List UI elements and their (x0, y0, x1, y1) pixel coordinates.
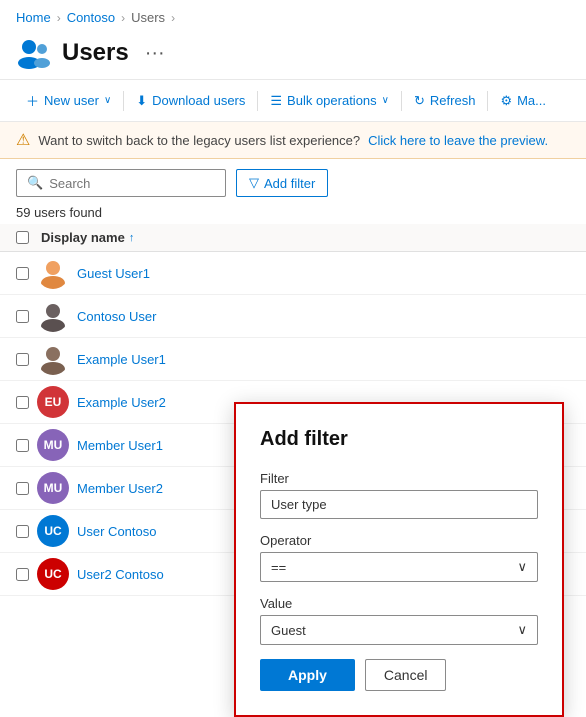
avatar (37, 343, 69, 375)
table-header: Display name ↑ (0, 224, 586, 252)
user-name[interactable]: Contoso User (77, 309, 156, 324)
refresh-icon: ↻ (414, 93, 425, 109)
new-user-button[interactable]: ＋ New user ∨ (16, 86, 121, 115)
warning-icon: ⚠ (16, 130, 30, 150)
filter-row: 🔍 ▽ Add filter (0, 159, 586, 203)
toolbar-divider-4 (487, 91, 488, 111)
user-name[interactable]: User2 Contoso (77, 567, 164, 582)
page-title: Users (62, 39, 129, 67)
avatar: UC (37, 558, 69, 590)
row-checkbox[interactable] (16, 482, 29, 495)
breadcrumb-contoso[interactable]: Contoso (67, 10, 115, 25)
breadcrumb-sep-2: › (121, 11, 125, 25)
breadcrumb: Home › Contoso › Users › (0, 0, 586, 31)
plus-icon: ＋ (26, 91, 39, 110)
breadcrumb-sep-1: › (57, 11, 61, 25)
avatar: UC (37, 515, 69, 547)
avatar (37, 257, 69, 289)
filter-panel-title: Add filter (260, 428, 538, 451)
operator-label: Operator (260, 533, 538, 548)
avatar: EU (37, 386, 69, 418)
row-checkbox[interactable] (16, 568, 29, 581)
breadcrumb-current: Users (131, 10, 165, 25)
toolbar-divider-2 (257, 91, 258, 111)
user-name[interactable]: Member User1 (77, 438, 163, 453)
content-area: 🔍 ▽ Add filter 59 users found Display na… (0, 159, 586, 596)
search-box[interactable]: 🔍 (16, 169, 226, 197)
new-user-chevron: ∨ (104, 95, 111, 106)
add-filter-button[interactable]: ▽ Add filter (236, 169, 328, 197)
row-checkbox[interactable] (16, 525, 29, 538)
apply-button[interactable]: Apply (260, 659, 355, 691)
users-count: 59 users found (0, 203, 586, 224)
filter-icon: ▽ (249, 175, 259, 191)
filter-field-value: User type (260, 490, 538, 519)
download-icon: ⬇ (136, 93, 147, 109)
user-name[interactable]: Example User2 (77, 395, 166, 410)
operator-value: == (271, 560, 286, 575)
value-select[interactable]: Guest ∨ (260, 615, 538, 645)
user-name[interactable]: User Contoso (77, 524, 156, 539)
search-input[interactable] (49, 176, 215, 191)
toolbar: ＋ New user ∨ ⬇ Download users ☰ Bulk ope… (0, 79, 586, 122)
download-users-button[interactable]: ⬇ Download users (126, 88, 255, 114)
row-checkbox[interactable] (16, 267, 29, 280)
manage-button[interactable]: ⚙ Ma... (490, 88, 556, 114)
bulk-chevron: ∨ (382, 95, 389, 106)
toolbar-divider-3 (401, 91, 402, 111)
bulk-icon: ☰ (270, 93, 282, 109)
value-chevron-icon: ∨ (517, 622, 527, 638)
avatar: MU (37, 429, 69, 461)
operator-select[interactable]: == ∨ (260, 552, 538, 582)
gear-icon: ⚙ (500, 93, 512, 109)
table-row: Example User1 (0, 338, 586, 381)
search-icon: 🔍 (27, 175, 43, 191)
refresh-button[interactable]: ↻ Refresh (404, 88, 485, 114)
avatar (37, 300, 69, 332)
breadcrumb-sep-3: › (171, 11, 175, 25)
breadcrumb-home[interactable]: Home (16, 10, 51, 25)
add-filter-panel: Add filter Filter User type Operator == … (234, 402, 564, 717)
banner-text: Want to switch back to the legacy users … (38, 133, 360, 148)
table-row: Contoso User (0, 295, 586, 338)
value-label: Value (260, 596, 538, 611)
legacy-banner: ⚠ Want to switch back to the legacy user… (0, 122, 586, 159)
select-all-checkbox[interactable] (16, 231, 29, 244)
col-header-display-name: Display name ↑ (41, 230, 134, 245)
row-checkbox[interactable] (16, 439, 29, 452)
avatar: MU (37, 472, 69, 504)
bulk-operations-button[interactable]: ☰ Bulk operations ∨ (260, 88, 399, 114)
cancel-button[interactable]: Cancel (365, 659, 447, 691)
row-checkbox[interactable] (16, 353, 29, 366)
user-name[interactable]: Member User2 (77, 481, 163, 496)
operator-chevron-icon: ∨ (517, 559, 527, 575)
filter-actions: Apply Cancel (260, 659, 538, 691)
row-checkbox[interactable] (16, 396, 29, 409)
sort-asc-icon: ↑ (129, 232, 135, 244)
more-options-button[interactable]: ··· (139, 40, 171, 67)
banner-link[interactable]: Click here to leave the preview. (368, 133, 548, 148)
page-header: Users ··· (0, 31, 586, 79)
value-selected: Guest (271, 623, 306, 638)
users-page-icon (16, 35, 52, 71)
user-name[interactable]: Guest User1 (77, 266, 150, 281)
user-name[interactable]: Example User1 (77, 352, 166, 367)
row-checkbox[interactable] (16, 310, 29, 323)
table-row: Guest User1 (0, 252, 586, 295)
filter-field-label: Filter (260, 471, 538, 486)
toolbar-divider-1 (123, 91, 124, 111)
